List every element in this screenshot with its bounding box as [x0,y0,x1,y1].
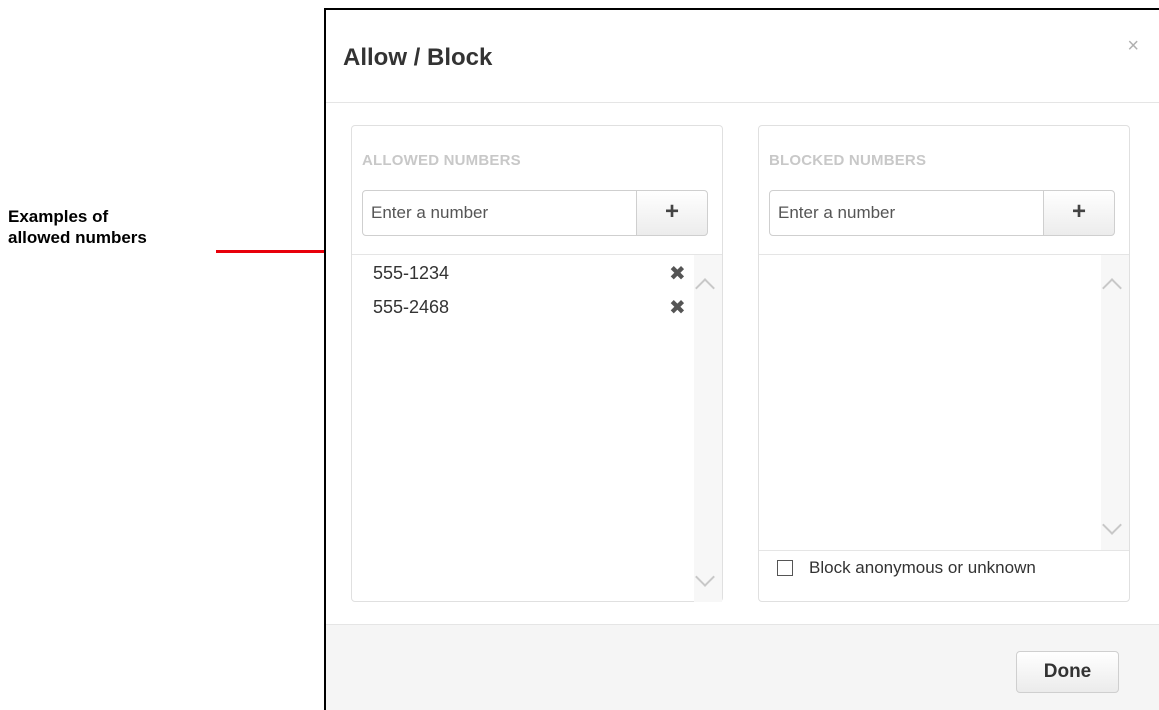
list-item: 555-1234 ✖ [373,263,693,287]
allowed-add-button[interactable]: + [636,190,708,236]
dialog-title: Allow / Block [343,44,493,71]
blocked-add-button[interactable]: + [1043,190,1115,236]
close-icon[interactable]: × [1127,36,1139,56]
remove-icon[interactable]: ✖ [669,295,686,320]
page: Examples of allowed numbers Allow / Bloc… [0,0,1159,710]
block-anonymous-checkbox[interactable] [777,560,793,576]
blocked-input-group: + [769,190,1115,236]
allowed-input-group: + [362,190,708,236]
callout-label: Examples of allowed numbers [8,207,147,247]
allowed-numbers-list: 555-1234 ✖ 555-2468 ✖ [352,254,722,602]
allowed-numbers-panel: ALLOWED NUMBERS + 555-1234 ✖ 555-2468 ✖ [351,125,723,602]
scroll-down-icon[interactable] [1102,515,1122,535]
allowed-number-input[interactable] [362,190,637,236]
dialog-header: Allow / Block × [326,10,1159,103]
done-button[interactable]: Done [1016,651,1119,693]
allowed-number-value: 555-2468 [373,297,450,317]
blocked-numbers-panel: BLOCKED NUMBERS + Block anonymous or unk… [758,125,1130,602]
allow-block-dialog: Allow / Block × ALLOWED NUMBERS + 555-12… [324,8,1159,710]
blocked-numbers-heading: BLOCKED NUMBERS [769,152,927,169]
blocked-numbers-list [759,254,1129,551]
allowed-number-value: 555-1234 [373,263,450,283]
scroll-up-icon[interactable] [1102,275,1122,298]
list-item: 555-2468 ✖ [373,297,693,321]
remove-icon[interactable]: ✖ [669,261,686,286]
allowed-numbers-heading: ALLOWED NUMBERS [362,152,521,169]
dialog-footer: Done [326,624,1159,710]
block-anonymous-label[interactable]: Block anonymous or unknown [809,558,1036,578]
blocked-list-scrollbar[interactable] [1101,255,1129,550]
scroll-up-icon[interactable] [695,275,715,298]
blocked-number-input[interactable] [769,190,1044,236]
scroll-down-icon[interactable] [695,567,715,587]
allowed-list-scrollbar[interactable] [694,255,722,602]
